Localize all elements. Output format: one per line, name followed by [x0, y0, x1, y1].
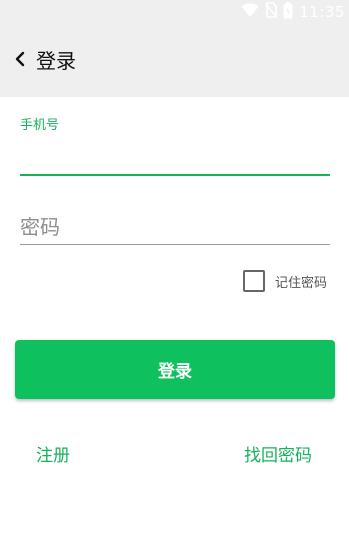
no-sim-icon — [265, 2, 278, 22]
login-button[interactable]: 登录 — [15, 340, 335, 399]
remember-checkbox[interactable] — [243, 270, 265, 292]
chevron-left-icon — [14, 51, 26, 71]
battery-icon — [283, 1, 293, 23]
phone-input[interactable] — [20, 138, 330, 176]
remember-label: 记住密码 — [275, 275, 328, 291]
status-bar: 11:35 — [0, 0, 349, 24]
wifi-icon — [241, 2, 259, 22]
remember-password-toggle[interactable]: 记住密码 — [243, 270, 327, 292]
register-link[interactable]: 注册 — [36, 441, 70, 466]
status-time: 11:35 — [299, 3, 345, 21]
password-input[interactable] — [20, 210, 330, 245]
status-icons: 11:35 — [241, 1, 345, 23]
back-button[interactable] — [8, 48, 32, 74]
page-title: 登录 — [36, 49, 76, 73]
phone-label: 手机号 — [20, 118, 60, 133]
toolbar: 登录 — [0, 24, 349, 97]
forgot-password-link[interactable]: 找回密码 — [244, 441, 312, 466]
